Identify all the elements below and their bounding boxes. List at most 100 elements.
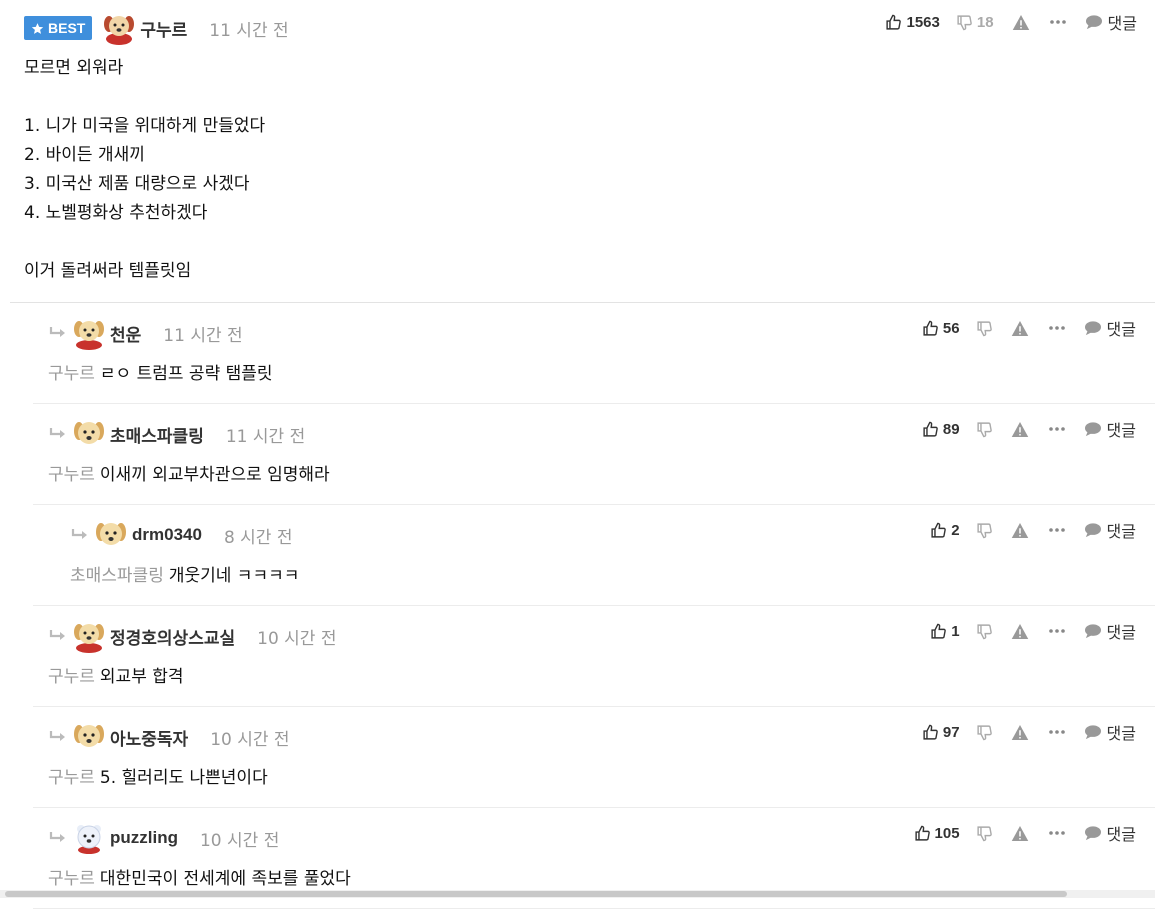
author-nickname[interactable]: 아노중독자 <box>110 725 188 750</box>
speech-bubble-icon <box>1085 15 1102 30</box>
timestamp: 11 시간 전 <box>209 20 289 41</box>
dislike-button[interactable] <box>976 320 993 337</box>
avatar[interactable] <box>72 619 106 653</box>
author-nickname[interactable]: 천운 <box>110 321 141 346</box>
warning-icon <box>1011 320 1028 336</box>
like-button[interactable]: 1563 <box>885 14 940 31</box>
reply-arrow-icon <box>49 832 65 842</box>
like-button[interactable]: 97 <box>922 724 960 741</box>
like-button[interactable]: 89 <box>922 421 960 438</box>
dislike-button[interactable]: 18 <box>956 14 994 31</box>
report-button[interactable] <box>1012 14 1030 31</box>
reply-label: 댓글 <box>1106 726 1136 743</box>
avatar[interactable] <box>94 518 128 552</box>
reply-button[interactable]: 댓글 <box>1084 619 1136 643</box>
speech-bubble-icon <box>1084 725 1101 740</box>
comment-text: 대한민국이 전세계에 족보를 풀었다 <box>99 869 351 889</box>
report-button[interactable] <box>1011 320 1029 337</box>
comment-text: 외교부 합격 <box>99 667 184 687</box>
more-button[interactable] <box>1048 628 1065 634</box>
avatar[interactable] <box>102 11 136 45</box>
thumbs-up-icon <box>923 421 938 437</box>
reply-button[interactable]: 댓글 <box>1084 316 1136 340</box>
reply-button[interactable]: 댓글 <box>1084 417 1136 441</box>
report-button[interactable] <box>1011 825 1029 842</box>
reply-arrow-icon <box>49 327 65 337</box>
reply-label: 댓글 <box>1107 16 1137 33</box>
thumbs-down-icon <box>976 320 992 336</box>
like-button[interactable]: 56 <box>922 320 960 337</box>
report-button[interactable] <box>1011 421 1029 438</box>
author-nickname[interactable]: 정경호의상스교실 <box>110 624 235 649</box>
author-nickname[interactable]: drm0340 <box>132 525 202 545</box>
timestamp: 11 시간 전 <box>225 426 306 447</box>
scrollbar-thumb[interactable] <box>5 891 1067 897</box>
report-button[interactable] <box>1011 623 1029 640</box>
warning-icon <box>1011 825 1028 841</box>
thumbs-up-icon <box>923 320 938 336</box>
comment-body: 구누르 이새끼 외교부차관으로 임명해라 <box>48 461 330 490</box>
author-nickname[interactable]: puzzling <box>110 828 178 848</box>
comment-text: ㄹㅇ 트럼프 공략 탬플릿 <box>99 364 273 384</box>
like-button[interactable]: 1 <box>930 623 960 640</box>
more-icon <box>1048 831 1065 835</box>
reply-button[interactable]: 댓글 <box>1084 720 1136 744</box>
author-nickname[interactable]: 구누르 <box>140 16 187 41</box>
comment-actions: 2 댓글 <box>930 518 1136 542</box>
more-button[interactable] <box>1048 426 1065 432</box>
comment-actions: 97 댓글 <box>922 720 1136 744</box>
more-button[interactable] <box>1048 325 1065 331</box>
comment-actions: 89 댓글 <box>922 417 1136 441</box>
horizontal-scrollbar[interactable] <box>0 890 1155 898</box>
mention[interactable]: 구누르 <box>48 667 95 687</box>
dislike-count: 18 <box>976 13 994 31</box>
thumbs-down-icon <box>976 623 992 639</box>
more-button[interactable] <box>1049 19 1066 25</box>
like-button[interactable]: 105 <box>914 825 960 842</box>
comment-actions: 1 댓글 <box>930 619 1136 643</box>
dislike-button[interactable] <box>976 421 993 438</box>
timestamp: 10 시간 전 <box>257 628 337 649</box>
avatar[interactable] <box>72 316 106 350</box>
like-count: 97 <box>942 723 960 741</box>
mention[interactable]: 구누르 <box>48 869 95 889</box>
dislike-button[interactable] <box>976 623 993 640</box>
thumbs-down-icon <box>957 14 972 30</box>
comment-actions: 105 댓글 <box>914 821 1136 845</box>
thumbs-down-icon <box>976 724 992 740</box>
like-count: 89 <box>942 420 960 438</box>
mention[interactable]: 구누르 <box>48 465 95 485</box>
avatar[interactable] <box>72 821 106 855</box>
avatar[interactable] <box>72 417 106 451</box>
thumbs-down-icon <box>976 421 992 437</box>
mention[interactable]: 구누르 <box>48 768 95 788</box>
reply-button[interactable]: 댓글 <box>1084 821 1136 845</box>
best-badge: BEST <box>24 16 93 40</box>
more-button[interactable] <box>1048 527 1065 533</box>
reply-button[interactable]: 댓글 <box>1084 518 1136 542</box>
reply-button[interactable]: 댓글 <box>1085 10 1137 34</box>
like-count: 105 <box>934 824 960 842</box>
comment-body: 구누르 5. 힐러리도 나쁜년이다 <box>48 764 268 793</box>
avatar[interactable] <box>72 720 106 754</box>
more-icon <box>1048 427 1065 431</box>
report-button[interactable] <box>1011 522 1029 539</box>
warning-icon <box>1011 623 1028 639</box>
reply-label: 댓글 <box>1106 827 1136 844</box>
more-icon <box>1048 528 1065 532</box>
reply-arrow-icon <box>71 529 87 539</box>
mention[interactable]: 초매스파클링 <box>70 566 164 586</box>
like-button[interactable]: 2 <box>930 522 960 539</box>
more-button[interactable] <box>1048 729 1065 735</box>
reply-label: 댓글 <box>1106 625 1136 642</box>
speech-bubble-icon <box>1084 523 1101 538</box>
reply-comment: 초매스파클링 11 시간 전 89 댓글 구누르 이새끼 외교부차관으로 임명해라 <box>33 404 1155 505</box>
dislike-button[interactable] <box>976 522 993 539</box>
dislike-button[interactable] <box>976 724 993 741</box>
author-nickname[interactable]: 초매스파클링 <box>110 422 204 447</box>
more-button[interactable] <box>1048 830 1065 836</box>
report-button[interactable] <box>1011 724 1029 741</box>
dislike-button[interactable] <box>976 825 993 842</box>
mention[interactable]: 구누르 <box>48 364 95 384</box>
thumbs-down-icon <box>976 825 992 841</box>
